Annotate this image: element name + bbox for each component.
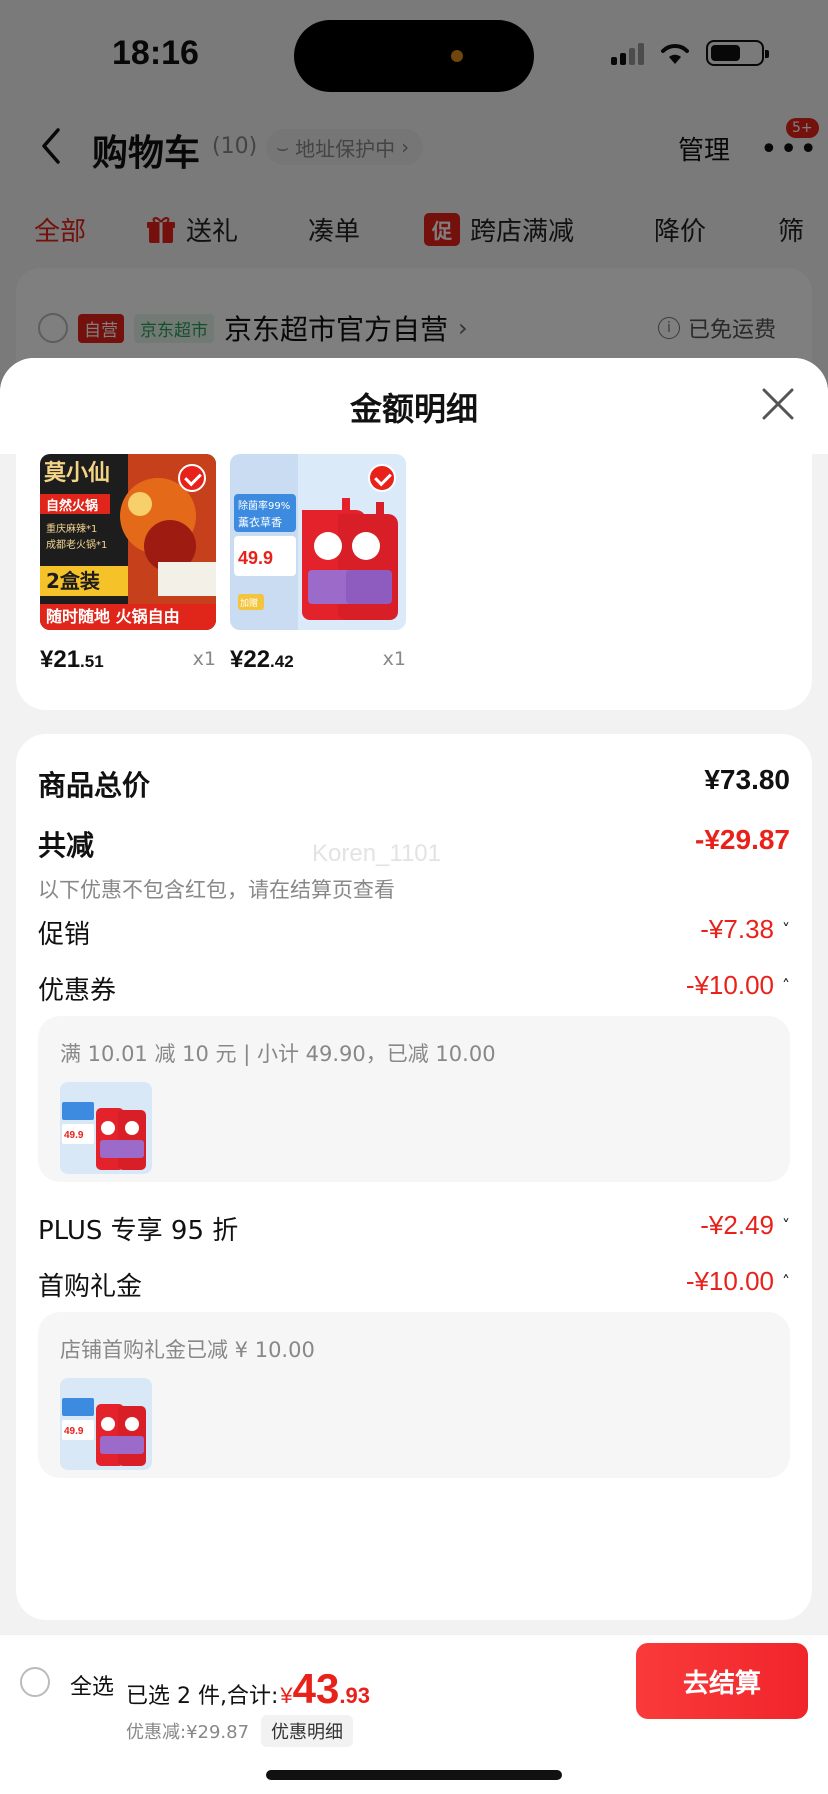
chevron-down-icon: ˅ [782,920,790,939]
coupon-detail-box: 满 10.01 减 10 元 | 小计 49.90，已减 10.00 49.9 [38,1016,790,1182]
selected-products: 莫小仙 自然火锅 重庆麻辣*1 成都老火锅*1 2盒装 随时随地 火锅自由 ¥2… [16,454,812,710]
discount-amount-text: 优惠减:¥29.87 [126,1722,250,1743]
plus-discount-label: PLUS 专享 95 折 [38,1216,239,1246]
plus-discount-value: -¥2.49 ˅ [700,1210,790,1240]
modal-overlay[interactable] [0,0,828,400]
svg-text:49.9: 49.9 [238,548,273,568]
amount-detail-sheet: 金额明细 莫小仙 自然火锅 重庆麻辣*1 成都老火锅*1 2盒装 随时随地 火锅… [0,358,828,1794]
discount-detail-button[interactable]: 优惠明细 [261,1715,354,1747]
product-price: ¥21.51 [40,646,104,673]
first-purchase-detail-text: 店铺首购礼金已减 ¥ 10.00 [60,1338,315,1362]
svg-text:除菌率99%: 除菌率99% [238,499,290,512]
svg-text:加赠: 加赠 [240,597,258,609]
chevron-down-icon: ˅ [782,1216,790,1235]
first-purchase-gift-label: 首购礼金 [38,1272,143,1302]
amount-breakdown-card: 商品总价 ¥73.80 Koren_1101 共减 -¥29.87 以下优惠不包… [16,734,812,1620]
svg-text:随时随地 火锅自由: 随时随地 火锅自由 [46,607,180,626]
product-quantity: x1 [192,648,216,670]
svg-text:2盒装: 2盒装 [46,569,100,593]
total-currency: ¥ [280,1683,293,1708]
sheet-header: 金额明细 [0,358,828,454]
first-purchase-product-thumbnail: 49.9 [60,1378,152,1470]
coupon-row[interactable]: 优惠券 -¥10.00 ˄ [38,970,790,1007]
checkout-button[interactable]: 去结算 [636,1643,808,1719]
first-purchase-detail-box: 店铺首购礼金已减 ¥ 10.00 49.9 [38,1312,790,1478]
selected-summary: 已选 2 件,合计: ¥ 43 .93 [126,1665,370,1713]
svg-text:自然火锅: 自然火锅 [46,498,98,514]
selected-check-icon [178,464,206,492]
first-purchase-gift-row[interactable]: 首购礼金 -¥10.00 ˄ [38,1266,790,1303]
svg-text:49.9: 49.9 [64,1426,84,1437]
select-all-checkbox[interactable] [20,1667,50,1697]
total-reduction-row: 共减 -¥29.87 以下优惠不包含红包，请在结算页查看 [38,824,790,904]
promotion-row[interactable]: 促销 -¥7.38 ˅ [38,914,790,951]
selected-count-text: 已选 2 件,合计: [126,1684,279,1709]
chevron-up-icon: ˄ [782,976,790,995]
svg-text:49.9: 49.9 [64,1130,84,1141]
goods-total-label: 商品总价 [38,769,151,802]
home-indicator[interactable] [266,1770,562,1780]
close-icon[interactable] [758,384,798,424]
promotion-label: 促销 [38,920,91,950]
product-price: ¥22.42 [230,646,294,673]
first-purchase-gift-value: -¥10.00 ˄ [685,1266,790,1296]
product-item[interactable]: 除菌率99% 薰衣草香 49.9 加赠 ¥22.42 x1 [230,454,406,673]
total-reduction-value: -¥29.87 [695,824,790,855]
select-all-label[interactable]: 全选 [70,1669,114,1701]
coupon-label: 优惠券 [38,976,117,1006]
total-amount-decimal: .93 [339,1683,370,1708]
svg-text:莫小仙: 莫小仙 [44,460,110,486]
svg-text:成都老火锅*1: 成都老火锅*1 [46,538,107,551]
svg-text:重庆麻辣*1: 重庆麻辣*1 [46,522,97,535]
selected-check-icon [368,464,396,492]
product-image-detergent: 除菌率99% 薰衣草香 49.9 加赠 [230,454,406,630]
sheet-title: 金额明细 [349,390,478,428]
discount-summary: 优惠减:¥29.87 优惠明细 [126,1715,354,1747]
total-reduction-label: 共减 [38,829,95,862]
product-item[interactable]: 莫小仙 自然火锅 重庆麻辣*1 成都老火锅*1 2盒装 随时随地 火锅自由 ¥2… [40,454,216,673]
product-quantity: x1 [382,648,406,670]
plus-discount-row[interactable]: PLUS 专享 95 折 -¥2.49 ˅ [38,1210,790,1247]
total-amount-integer: 43 [292,1665,340,1712]
coupon-value: -¥10.00 ˄ [685,970,790,1000]
chevron-up-icon: ˄ [782,1272,790,1291]
svg-text:薰衣草香: 薰衣草香 [238,515,282,529]
product-image-hotpot: 莫小仙 自然火锅 重庆麻辣*1 成都老火锅*1 2盒装 随时随地 火锅自由 [40,454,216,630]
goods-total-row: 商品总价 ¥73.80 [38,764,790,804]
goods-total-value: ¥73.80 [704,764,790,795]
reduction-note: 以下优惠不包含红包，请在结算页查看 [38,878,395,902]
promotion-value: -¥7.38 ˅ [700,914,790,944]
coupon-detail-text: 满 10.01 减 10 元 | 小计 49.90，已减 10.00 [60,1042,496,1066]
coupon-product-thumbnail: 49.9 [60,1082,152,1174]
